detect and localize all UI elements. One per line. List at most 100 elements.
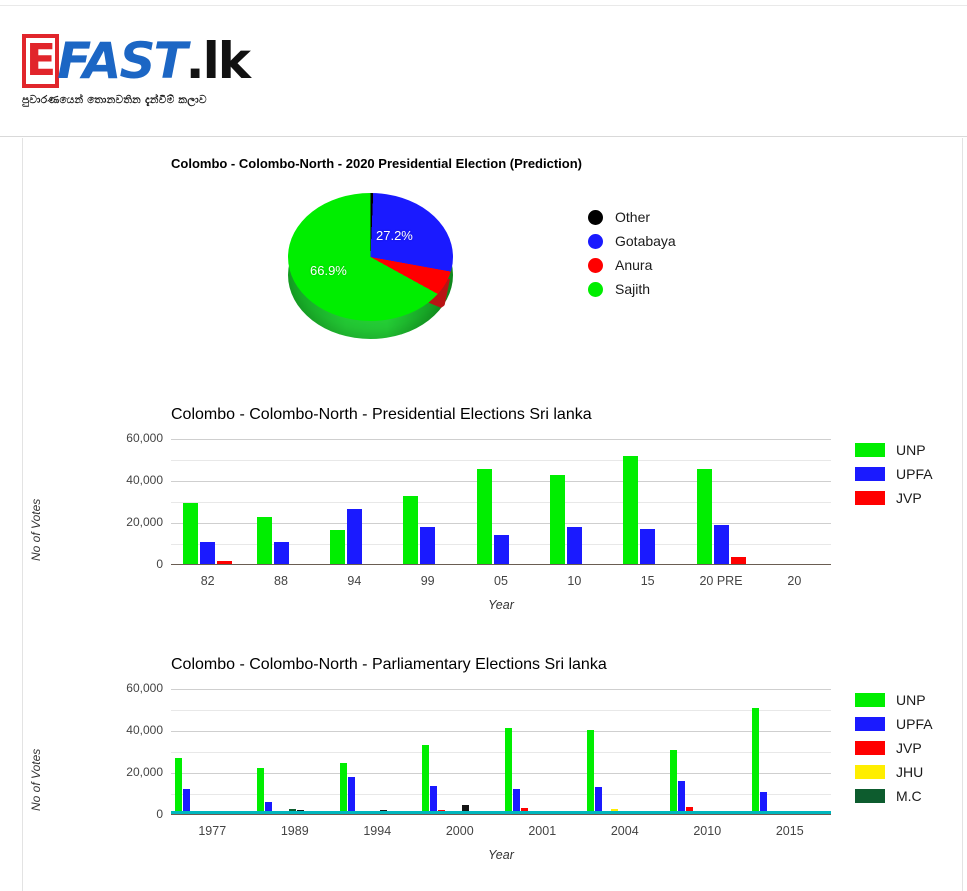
legend-item-unp[interactable]: UNP (855, 688, 933, 712)
bar-unp-88[interactable] (256, 517, 272, 564)
parliamentary-chart-legend: UNP UPFA JVP JHU M.C (855, 688, 933, 808)
bar-unp-94[interactable] (329, 530, 345, 564)
legend-swatch-jhu (855, 765, 885, 779)
legend-swatch-upfa (855, 467, 885, 481)
legend-item-mc[interactable]: M.C (855, 784, 933, 808)
bar-unp-2004[interactable] (587, 729, 595, 814)
bar-upfa-20-PRE[interactable] (713, 525, 729, 564)
logo-tagline: පුවාරණයෙන් තොනවතින දැන්වීම් කලාව (22, 94, 207, 106)
legend-item-jvp[interactable]: JVP (855, 736, 933, 760)
gridline-major (171, 731, 831, 732)
y-tick-label: 0 (156, 557, 163, 571)
bar-upfa-99[interactable] (420, 526, 436, 564)
legend-item-gotabaya[interactable]: Gotabaya (588, 229, 788, 253)
y-tick-label: 60,000 (126, 681, 163, 695)
bar-upfa-10[interactable] (566, 527, 582, 564)
gridline-minor (171, 752, 831, 753)
x-tick-label: 10 (567, 574, 582, 588)
parliamentary-chart-block: Colombo - Colombo-North - Parliamentary … (23, 656, 964, 886)
bar-upfa-82[interactable] (200, 541, 216, 564)
parliamentary-plot-area[interactable] (171, 689, 831, 815)
bar-upfa-2004[interactable] (595, 786, 603, 814)
presidential-plot-area[interactable] (171, 439, 831, 565)
bar-unp-99[interactable] (403, 495, 419, 564)
gridline-minor (171, 502, 831, 503)
legend-swatch-sajith (588, 281, 603, 297)
bar-unp-2010[interactable] (669, 749, 677, 814)
logo-word-fast: FAST (57, 32, 188, 90)
bar-unp-1989[interactable] (257, 768, 265, 814)
logo-wordmark: E FAST .lk (22, 32, 251, 92)
bar-upfa-94[interactable] (346, 509, 362, 564)
legend-swatch-mc (855, 789, 885, 803)
pie-slice-label-sajith: 66.9% (310, 263, 347, 278)
bar-upfa-88[interactable] (273, 542, 289, 564)
gridline-minor (171, 460, 831, 461)
legend-item-other[interactable]: Other (588, 205, 788, 229)
x-tick-label: 88 (274, 574, 288, 588)
x-tick-label: 2000 (445, 824, 474, 838)
y-tick-label: 60,000 (126, 431, 163, 445)
site-header: E FAST .lk පුවාරණයෙන් තොනවතින දැන්වීම් ක… (0, 6, 967, 137)
x-tick-label: 20 (787, 574, 802, 588)
legend-item-sajith[interactable]: Sajith (588, 277, 788, 301)
site-logo[interactable]: E FAST .lk පුවාරණයෙන් තොනවතින දැන්වීම් ක… (22, 32, 251, 116)
gridline-major (171, 481, 831, 482)
legend-label-other: Other (615, 209, 651, 225)
bar-unp-2000[interactable] (422, 744, 430, 814)
x-tick-label: 1989 (280, 824, 309, 838)
logo-domain-lk: .lk (185, 32, 251, 90)
legend-item-jhu[interactable]: JHU (855, 760, 933, 784)
bar-unp-1994[interactable] (339, 763, 347, 814)
x-tick-label: 1994 (363, 824, 392, 838)
bar-unp-82[interactable] (183, 503, 199, 564)
legend-label-upfa: UPFA (896, 466, 933, 482)
parliamentary-chart-title: Colombo - Colombo-North - Parliamentary … (171, 656, 607, 673)
legend-label-unp: UNP (896, 442, 926, 458)
x-tick-label: 05 (494, 574, 508, 588)
bar-unp-15[interactable] (623, 456, 639, 564)
bar-upfa-2000[interactable] (430, 785, 438, 814)
bar-upfa-1994[interactable] (347, 776, 355, 814)
legend-swatch-other (588, 209, 603, 225)
legend-item-anura[interactable]: Anura (588, 253, 788, 277)
bar-upfa-05[interactable] (493, 534, 509, 564)
presidential-y-axis-label: No of Votes (29, 498, 43, 561)
bar-unp-2001[interactable] (504, 727, 512, 814)
legend-label-unp: UNP (896, 692, 926, 708)
legend-item-jvp[interactable]: JVP (855, 486, 933, 510)
x-tick-label: 94 (347, 574, 362, 588)
x-tick-label: 2015 (775, 824, 804, 838)
bar-unp-05[interactable] (476, 468, 492, 564)
bar-unp-10[interactable] (549, 474, 565, 564)
legend-item-upfa[interactable]: UPFA (855, 462, 933, 486)
legend-swatch-upfa (855, 717, 885, 731)
legend-label-sajith: Sajith (615, 281, 651, 297)
legend-swatch-unp (855, 443, 885, 457)
legend-item-upfa[interactable]: UPFA (855, 712, 933, 736)
parliamentary-x-axis-label: Year (488, 848, 514, 862)
legend-swatch-anura (588, 257, 603, 273)
bar-jvp-82[interactable] (217, 561, 233, 564)
pie-chart-block: Colombo - Colombo-North - 2020 President… (23, 156, 964, 371)
bar-upfa-15[interactable] (640, 529, 656, 564)
pie-chart-graphic[interactable]: 27.2% 66.9% (288, 193, 453, 339)
presidential-chart-block: Colombo - Colombo-North - Presidential E… (23, 406, 964, 636)
legend-item-unp[interactable]: UNP (855, 438, 933, 462)
legend-label-jvp: JVP (896, 490, 922, 506)
pie-slices (288, 193, 453, 321)
bar-jvp-20-PRE[interactable] (730, 557, 746, 564)
legend-label-upfa: UPFA (896, 716, 933, 732)
bar-upfa-2010[interactable] (677, 781, 685, 814)
gridline-major (171, 689, 831, 690)
bar-unp-1977[interactable] (174, 758, 182, 814)
bar-unp-20-PRE[interactable] (696, 469, 712, 564)
legend-label-mc: M.C (896, 788, 922, 804)
logo-letter-e: E (22, 34, 60, 88)
bar-unp-2015[interactable] (752, 707, 760, 814)
baseline-series-line (171, 811, 831, 814)
x-tick-label: 2004 (610, 824, 639, 838)
gridline-minor (171, 794, 831, 795)
pie-chart-legend: Other Gotabaya Anura Sajith (588, 205, 788, 301)
y-tick-label: 40,000 (126, 723, 163, 737)
